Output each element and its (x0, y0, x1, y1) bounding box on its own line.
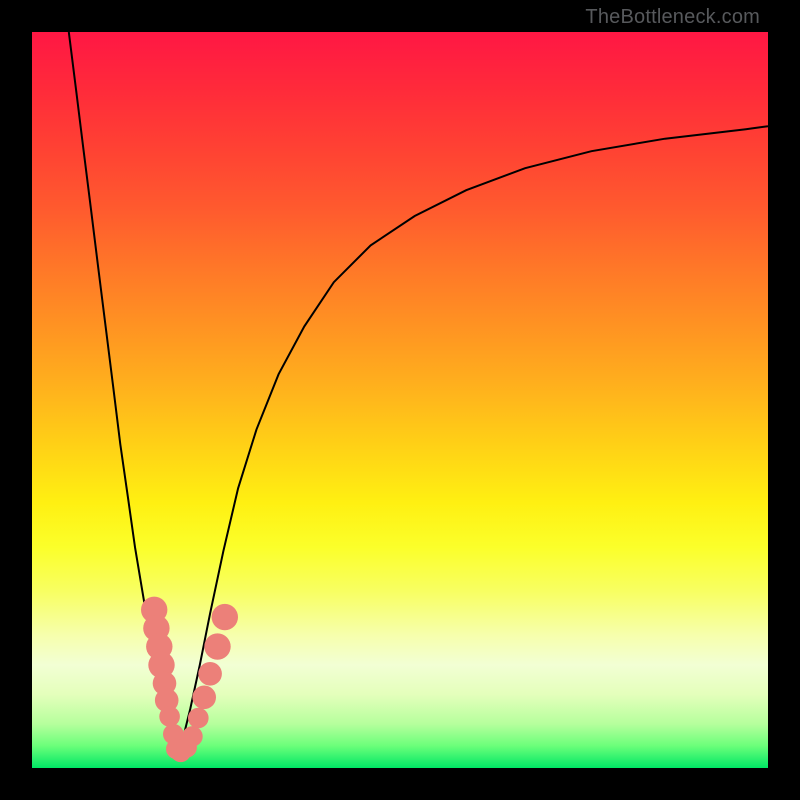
bead-marker (212, 604, 238, 630)
chart-svg (32, 32, 768, 768)
bead-marker (198, 662, 222, 686)
outer-frame: TheBottleneck.com (0, 0, 800, 800)
bead-cluster (141, 597, 238, 763)
bead-marker (188, 708, 209, 729)
bead-marker (192, 686, 216, 710)
bead-marker (182, 726, 203, 747)
watermark-text: TheBottleneck.com (585, 6, 760, 29)
bead-marker (204, 633, 230, 659)
curve-right-branch (176, 126, 768, 753)
bead-marker (159, 706, 180, 727)
